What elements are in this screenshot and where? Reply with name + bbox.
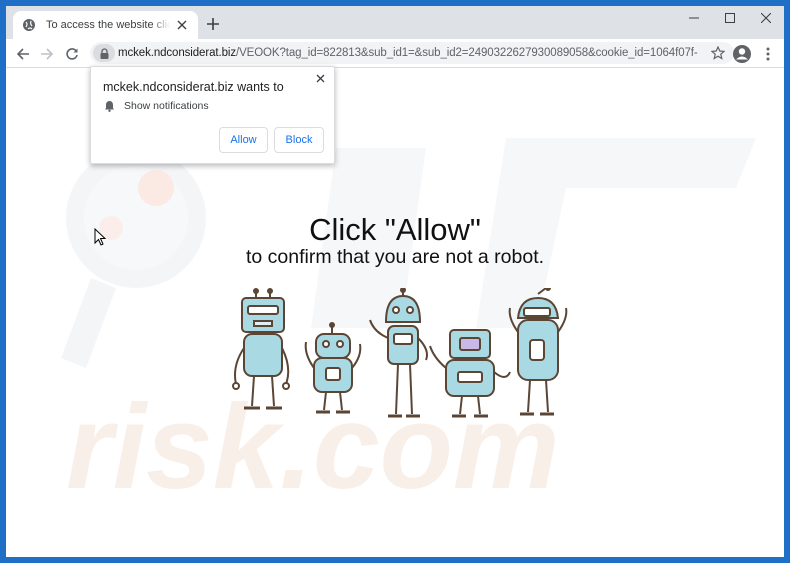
url-host: mckek.ndconsiderat.biz [118, 47, 236, 59]
robots-illustration [232, 288, 568, 418]
popup-close-icon[interactable] [313, 71, 327, 85]
notification-permission-popup: mckek.ndconsiderat.biz wants to Show not… [90, 66, 335, 164]
permission-row: Show notifications [104, 100, 209, 112]
star-icon[interactable] [710, 45, 726, 61]
kebab-menu-icon[interactable] [762, 45, 774, 63]
mouse-cursor-icon [94, 228, 106, 246]
headline: Click "Allow" [309, 212, 481, 247]
bell-icon [105, 101, 114, 112]
tab-strip: To access the website click the "Allow" … [6, 6, 784, 39]
minimize-icon[interactable] [676, 6, 712, 30]
allow-button[interactable]: Allow [219, 127, 268, 153]
browser-tab[interactable]: To access the website click the "Allow" … [13, 11, 198, 39]
lock-icon[interactable] [93, 44, 115, 62]
popup-title: mckek.ndconsiderat.biz wants to [103, 80, 284, 94]
address-bar[interactable]: mckek.ndconsiderat.biz/VEOOK?tag_id=8228… [90, 42, 734, 64]
permission-label: Show notifications [124, 100, 209, 112]
url-path: /VEOOK?tag_id=822813&sub_id1=&sub_id2=24… [235, 47, 698, 59]
browser-window: To access the website click the "Allow" … [6, 6, 784, 557]
window-close-icon[interactable] [748, 6, 784, 30]
tab-title: To access the website click the "Allow" … [46, 19, 170, 31]
reload-icon[interactable] [63, 45, 81, 63]
new-tab-plus-icon[interactable] [205, 16, 221, 32]
url-text[interactable]: mckek.ndconsiderat.biz/VEOOK?tag_id=8228… [118, 47, 698, 59]
forward-arrow-icon[interactable] [38, 45, 56, 63]
tab-close-icon[interactable] [174, 17, 190, 33]
maximize-icon[interactable] [712, 6, 748, 30]
account-icon[interactable] [732, 44, 752, 64]
browser-toolbar: mckek.ndconsiderat.biz/VEOOK?tag_id=8228… [6, 39, 784, 68]
subline: to confirm that you are not a robot. [245, 246, 545, 268]
globe-icon [22, 18, 36, 32]
back-arrow-icon[interactable] [14, 45, 32, 63]
block-button[interactable]: Block [274, 127, 324, 153]
